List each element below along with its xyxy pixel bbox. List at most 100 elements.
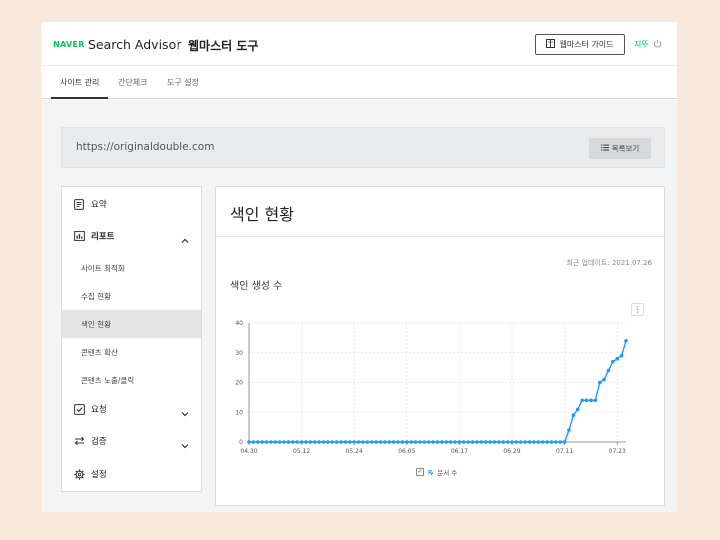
data-point xyxy=(440,440,444,444)
chevron-up-icon[interactable] xyxy=(180,231,190,243)
sidebar-item-request[interactable]: 요청 xyxy=(62,395,201,423)
data-point xyxy=(545,440,549,444)
user-name[interactable]: 지뚜 xyxy=(634,39,649,50)
sidebar-item-verify[interactable]: 검증 xyxy=(62,427,201,455)
data-point xyxy=(260,440,264,444)
data-point xyxy=(308,440,313,444)
legend-checkbox[interactable]: ✓ xyxy=(416,468,424,476)
data-point xyxy=(264,440,269,444)
data-point xyxy=(317,440,321,444)
data-point xyxy=(492,440,497,444)
sidebar-sub-index-status[interactable]: 색인 현황 xyxy=(62,310,201,338)
sidebar-sub-content-exposure[interactable]: 콘텐츠 노출/클릭 xyxy=(62,366,201,394)
data-point xyxy=(597,380,602,385)
data-point xyxy=(466,440,470,444)
data-point xyxy=(554,440,558,444)
x-tick-label: 06.29 xyxy=(503,448,520,455)
data-point xyxy=(584,398,589,403)
data-point xyxy=(431,440,435,444)
data-point xyxy=(391,440,396,444)
sidebar-sub-label: 수집 현황 xyxy=(81,291,111,301)
x-tick-label: 04.30 xyxy=(240,448,257,455)
list-view-button[interactable]: 목록보기 xyxy=(589,138,651,159)
data-point xyxy=(536,440,541,444)
data-point xyxy=(453,440,457,444)
chevron-down-icon[interactable] xyxy=(180,436,190,449)
sidebar-label-request: 요청 xyxy=(91,405,107,415)
sidebar-sub-label: 콘텐츠 확산 xyxy=(81,347,118,357)
data-point xyxy=(518,440,523,444)
last-updated-text: 최근 업데이트: 2021.07.26 xyxy=(566,259,652,267)
tab-site-management[interactable]: 사이트 관리 xyxy=(60,77,99,88)
x-tick-label: 07.11 xyxy=(556,448,573,455)
data-point xyxy=(505,440,510,444)
sidebar-item-report[interactable]: 리포트 xyxy=(62,222,201,250)
page-title: 색인 현황 xyxy=(230,205,294,224)
data-point xyxy=(291,440,295,444)
data-point xyxy=(378,440,383,444)
sidebar: 요약 리포트 사이트 최적화 수집 현황 색인 현황 콘텐츠 확산 콘텐츠 노출… xyxy=(61,186,202,492)
data-point xyxy=(435,440,440,444)
y-tick-label: 40 xyxy=(235,320,243,327)
data-point xyxy=(510,440,514,444)
chart-legend[interactable]: ✓ ꝶ 문서 수 xyxy=(416,467,457,477)
data-point xyxy=(282,440,286,444)
subbrand-title[interactable]: 웹마스터 도구 xyxy=(188,37,258,54)
data-point xyxy=(567,428,571,432)
data-point xyxy=(396,440,400,444)
chevron-down-icon[interactable] xyxy=(180,404,190,417)
sidebar-sub-site-optimization[interactable]: 사이트 최적화 xyxy=(62,254,201,282)
active-tab-indicator xyxy=(51,97,108,99)
data-point xyxy=(269,440,273,444)
sidebar-sub-content-spread[interactable]: 콘텐츠 확산 xyxy=(62,338,201,366)
document-icon xyxy=(73,198,85,210)
data-point xyxy=(326,440,330,444)
data-point xyxy=(304,440,308,444)
data-point xyxy=(299,440,304,444)
tab-tool-settings[interactable]: 도구 설정 xyxy=(167,77,199,88)
data-point xyxy=(343,440,348,444)
data-point xyxy=(247,440,251,444)
data-point xyxy=(593,398,598,403)
chart-icon xyxy=(73,230,85,242)
data-point xyxy=(426,440,431,444)
data-point xyxy=(615,356,620,361)
checkbox-icon xyxy=(73,403,85,415)
top-header: NAVER Search Advisor 웹마스터 도구 웹마스터 가이드 지뚜 xyxy=(41,22,677,66)
sidebar-item-settings[interactable]: 설정 xyxy=(62,460,201,488)
data-point xyxy=(448,440,453,444)
data-point xyxy=(483,440,488,444)
list-button-label: 목록보기 xyxy=(611,144,640,153)
data-point xyxy=(286,440,291,444)
data-point xyxy=(348,440,352,444)
data-point xyxy=(580,398,584,403)
data-point xyxy=(562,440,567,444)
sidebar-item-summary[interactable]: 요약 xyxy=(62,190,201,218)
sidebar-sub-crawl-status[interactable]: 수집 현황 xyxy=(62,282,201,310)
data-point xyxy=(470,440,475,444)
data-point xyxy=(374,440,378,444)
tab-simple-check[interactable]: 간단체크 xyxy=(118,77,147,88)
x-tick-label: 07.23 xyxy=(609,448,626,455)
data-point xyxy=(413,440,418,444)
index-status-panel: 색인 현황 최근 업데이트: 2021.07.26 색인 생성 수 ⋮ 0 10 2… xyxy=(215,186,665,506)
data-point xyxy=(387,440,392,444)
data-point xyxy=(575,407,580,412)
brand-title[interactable]: Search Advisor xyxy=(88,37,181,52)
arrows-icon xyxy=(73,435,85,447)
data-point xyxy=(619,353,624,358)
data-point xyxy=(251,440,256,444)
sidebar-sub-label: 사이트 최적화 xyxy=(81,263,125,273)
data-point xyxy=(273,440,278,444)
data-point xyxy=(409,440,413,444)
chart-title: 색인 생성 수 xyxy=(230,281,283,292)
sidebar-label-settings: 설정 xyxy=(91,470,107,480)
naver-logo[interactable]: NAVER xyxy=(53,40,85,49)
tab-bar: 사이트 관리 간단체크 도구 설정 xyxy=(41,66,677,99)
y-tick-label: 20 xyxy=(235,380,243,387)
webmaster-guide-button[interactable]: 웹마스터 가이드 xyxy=(535,34,625,55)
x-tick-label: 05.12 xyxy=(293,448,310,455)
index-count-chart: 0 10 20 30 40 04.30 05.12 05.24 06.05 06.17 06.29 0… xyxy=(235,320,628,455)
guide-button-label: 웹마스터 가이드 xyxy=(559,40,614,49)
logout-icon[interactable] xyxy=(653,39,662,50)
